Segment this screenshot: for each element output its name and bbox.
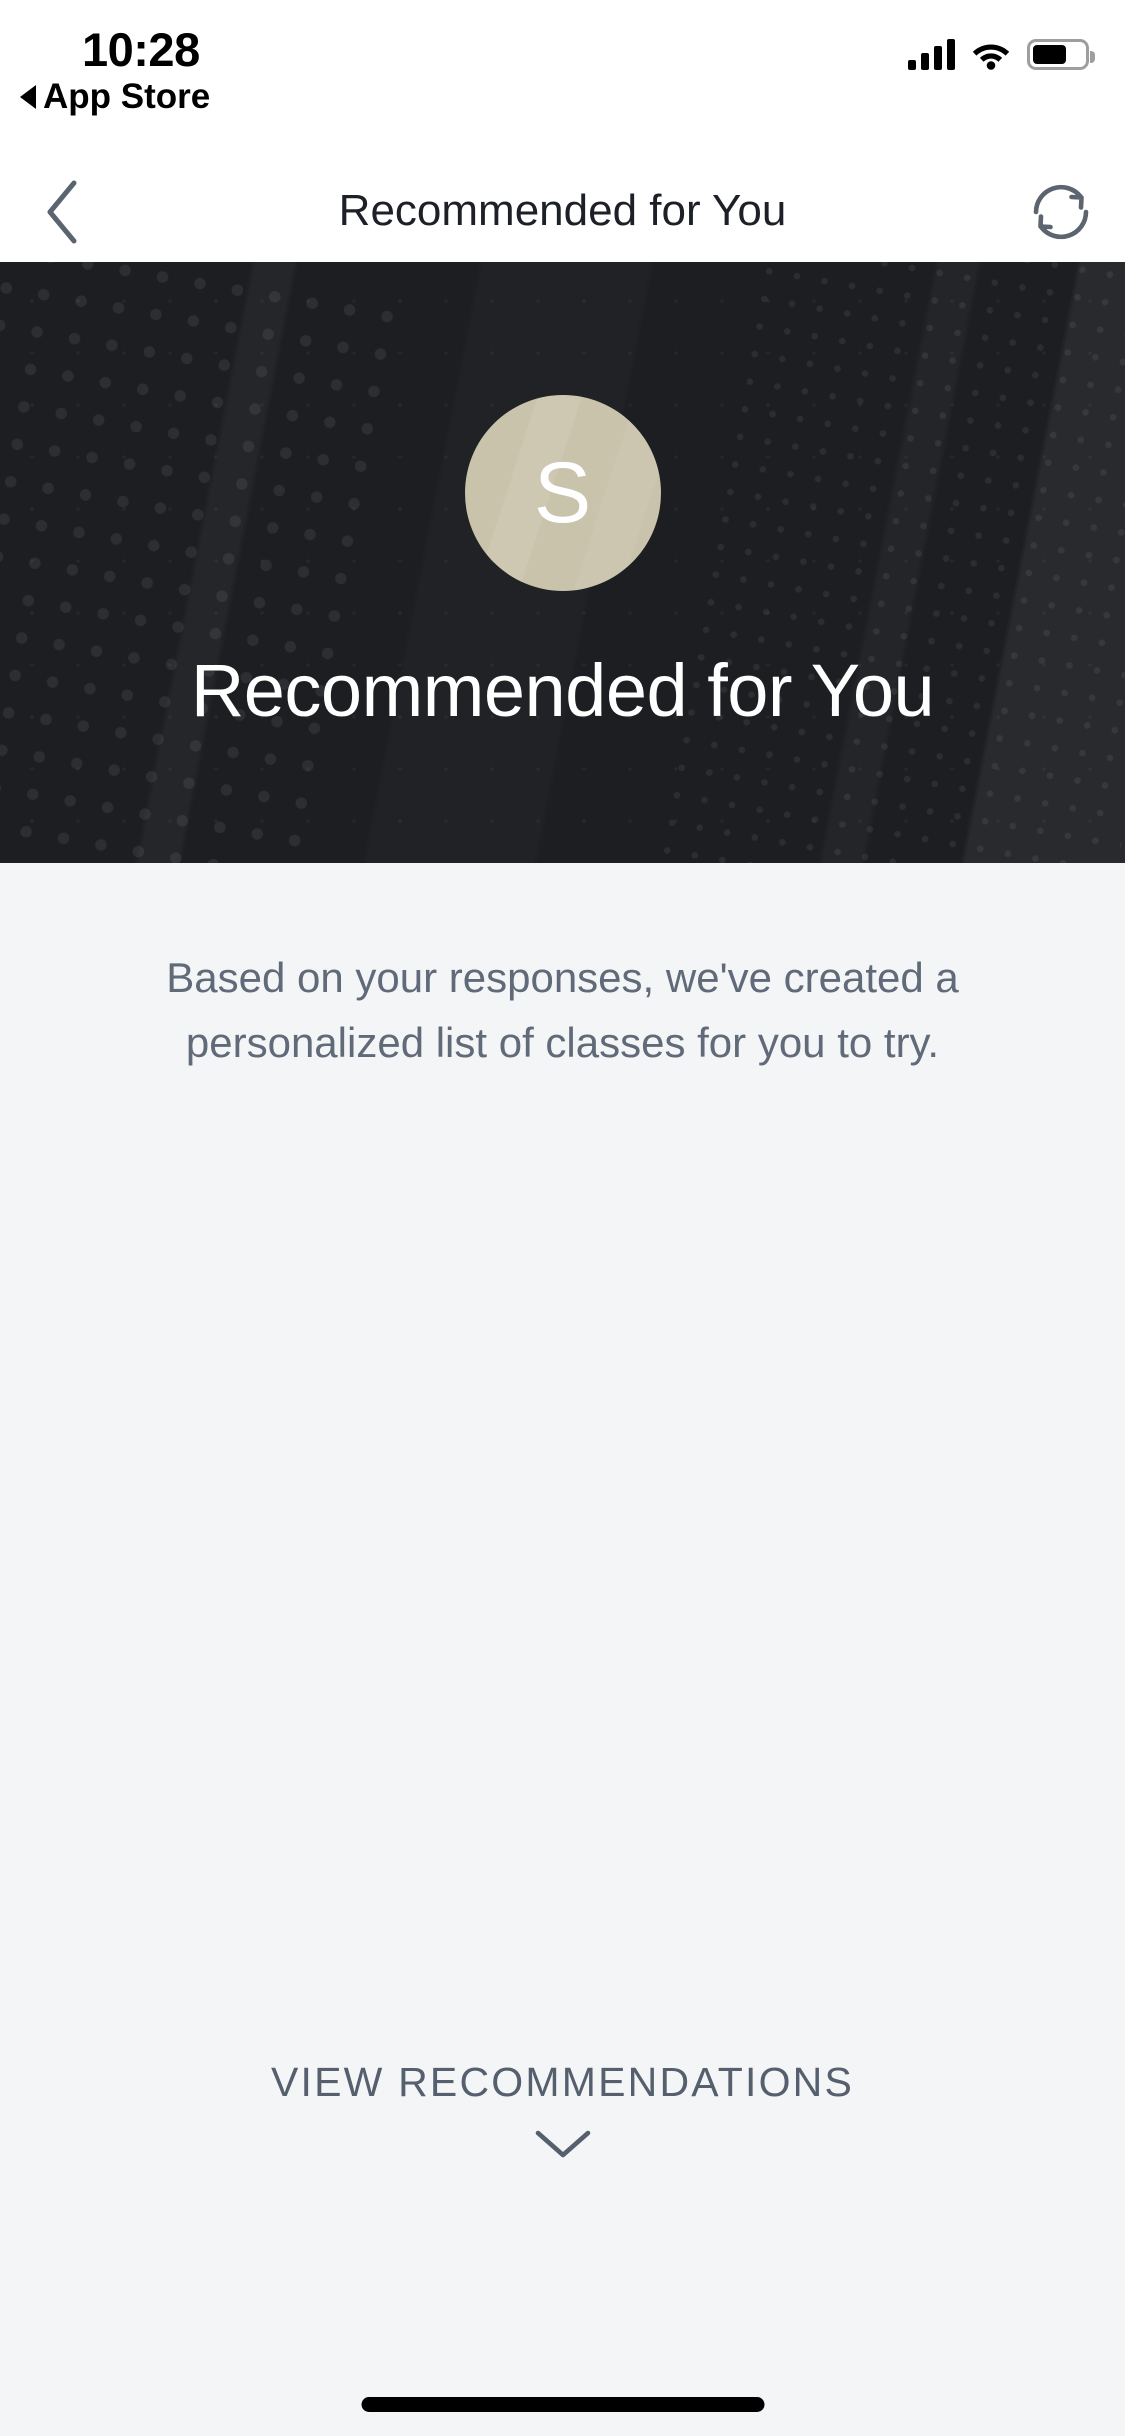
back-button[interactable] <box>26 176 98 248</box>
view-recommendations-button[interactable]: VIEW RECOMMENDATIONS <box>0 2059 1125 2162</box>
view-recommendations-label: VIEW RECOMMENDATIONS <box>270 2059 855 2105</box>
chevron-left-icon <box>47 180 77 244</box>
back-to-app-store-button[interactable]: App Store <box>20 77 210 117</box>
subtitle-text: Based on your responses, we've created a… <box>166 954 959 1066</box>
triangle-left-icon <box>20 85 36 109</box>
avatar: S <box>464 395 661 591</box>
content-area: Based on your responses, we've created a… <box>0 863 1125 2436</box>
chevron-down-icon <box>535 2130 590 2158</box>
hero-banner: S Recommended for You <box>0 262 1125 863</box>
avatar-initial: S <box>533 445 592 541</box>
home-indicator[interactable] <box>361 2397 764 2412</box>
battery-icon <box>1027 39 1095 70</box>
back-to-app-store-label: App Store <box>43 77 211 116</box>
refresh-icon <box>1033 184 1089 240</box>
app-screen: 10:28 App Store Recommended for You S Re… <box>0 0 1125 2436</box>
status-bar-indicators <box>908 30 1095 70</box>
hero-title: Recommended for You <box>190 649 935 732</box>
refresh-button[interactable] <box>1023 174 1099 250</box>
navigation-bar: Recommended for You <box>0 160 1125 262</box>
wifi-icon <box>972 44 1010 70</box>
page-title: Recommended for You <box>338 186 787 235</box>
status-bar-time: 10:28 <box>82 23 200 76</box>
cellular-bars-icon <box>908 38 955 70</box>
